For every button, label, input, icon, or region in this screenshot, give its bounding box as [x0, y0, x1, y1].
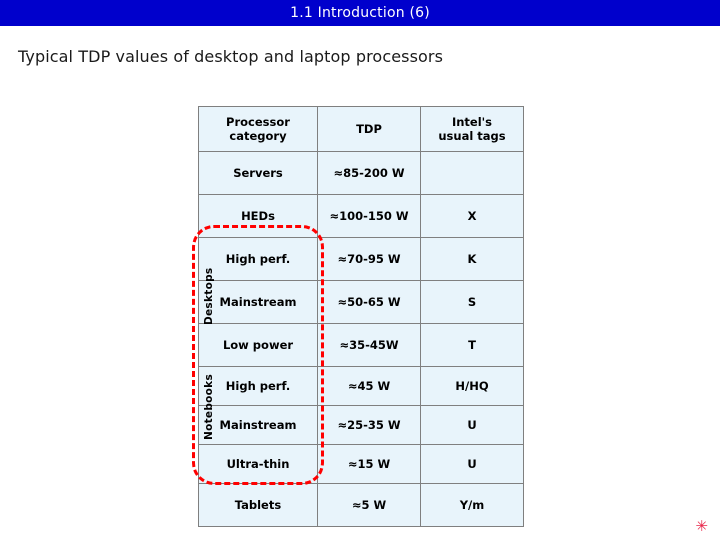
header-processor-category-line1: Processor [226, 114, 290, 129]
header-processor-category-line2: category [229, 129, 287, 143]
cell-tdp: ≈15 W [317, 444, 421, 484]
cell-category: High perf. [198, 366, 318, 406]
cell-category: Ultra-thin [198, 444, 318, 484]
header-processor-category: Processor category [198, 106, 318, 152]
table-row: High perf. ≈70-95 W K [198, 237, 524, 281]
slide-subtitle: Typical TDP values of desktop and laptop… [18, 47, 444, 66]
cell-tdp: ≈25-35 W [317, 405, 421, 445]
cell-tag: S [420, 280, 524, 324]
cell-tdp: ≈5 W [317, 483, 421, 527]
table-row: HEDs ≈100-150 W X [198, 194, 524, 238]
cell-category: Low power [198, 323, 318, 367]
cell-tdp: ≈85-200 W [317, 151, 421, 195]
cell-tag: U [420, 405, 524, 445]
page-title: 1.1 Introduction (6) [290, 5, 430, 21]
header-intel-tags: Intel's usual tags [420, 106, 524, 152]
cell-category: Mainstream [198, 405, 318, 445]
cell-tdp: ≈50-65 W [317, 280, 421, 324]
side-label-notebooks: Notebooks [203, 373, 215, 441]
cell-tag: H/HQ [420, 366, 524, 406]
cell-tdp: ≈45 W [317, 366, 421, 406]
cell-tdp: ≈70-95 W [317, 237, 421, 281]
cell-category: Tablets [198, 483, 318, 527]
tdp-table: Processor category TDP Intel's usual tag… [198, 106, 524, 527]
cell-tag [420, 151, 524, 195]
header-intel-tags-line2: usual tags [438, 129, 506, 143]
cell-category: Servers [198, 151, 318, 195]
cell-tag: U [420, 444, 524, 484]
table-header: Processor category TDP Intel's usual tag… [198, 106, 524, 152]
table-row: Mainstream ≈50-65 W S [198, 280, 524, 324]
table-body: Servers ≈85-200 W HEDs ≈100-150 W X High… [198, 151, 524, 527]
table-row: Low power ≈35-45W T [198, 323, 524, 367]
cell-tag: X [420, 194, 524, 238]
cell-category: Mainstream [198, 280, 318, 324]
cell-tag: T [420, 323, 524, 367]
table-row: Mainstream ≈25-35 W U [198, 405, 524, 445]
cell-category: HEDs [198, 194, 318, 238]
cell-tdp: ≈35-45W [317, 323, 421, 367]
cell-tag: Y/m [420, 483, 524, 527]
table-row: High perf. ≈45 W H/HQ [198, 366, 524, 406]
side-label-desktops: Desktops [203, 267, 215, 325]
cell-tdp: ≈100-150 W [317, 194, 421, 238]
asterisk-icon: ✳ [695, 517, 708, 535]
table-row: Ultra-thin ≈15 W U [198, 444, 524, 484]
table-row: Servers ≈85-200 W [198, 151, 524, 195]
header-intel-tags-line1: Intel's [451, 114, 493, 129]
header-tdp: TDP [317, 106, 421, 152]
table-row: Tablets ≈5 W Y/m [198, 483, 524, 527]
table-header-row: Processor category TDP Intel's usual tag… [198, 106, 524, 152]
slide-title-bar: 1.1 Introduction (6) [0, 0, 720, 26]
tdp-table-container: Processor category TDP Intel's usual tag… [198, 106, 524, 527]
cell-tag: K [420, 237, 524, 281]
cell-category: High perf. [198, 237, 318, 281]
